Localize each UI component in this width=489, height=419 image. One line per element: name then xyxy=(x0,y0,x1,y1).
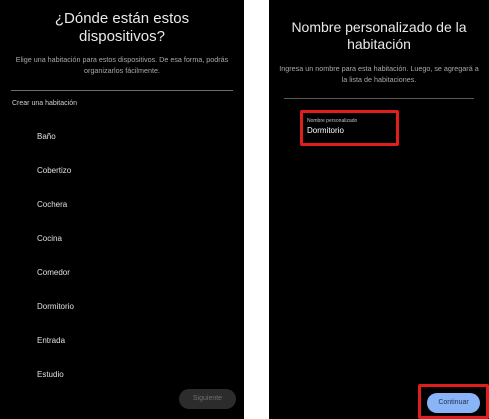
room-item-entrada[interactable]: Entrada xyxy=(0,324,244,358)
page-title: Nombre personalizado de la habitación xyxy=(291,19,467,52)
divider xyxy=(284,98,474,99)
custom-room-name-screen: Nombre personalizado de la habitación In… xyxy=(269,0,489,419)
page-subtitle: Ingresa un nombre para esta habitación. … xyxy=(279,64,479,84)
continue-button[interactable]: Continuar xyxy=(427,393,480,413)
divider xyxy=(11,90,233,91)
screenshot-canvas: ¿Dónde están estos dispositivos? Elige u… xyxy=(0,0,489,419)
room-item-estudio[interactable]: Estudio xyxy=(0,358,244,392)
room-selection-screen: ¿Dónde están estos dispositivos? Elige u… xyxy=(0,0,244,419)
room-name-field-value[interactable]: Dormitorio xyxy=(307,126,344,135)
room-item-cocina[interactable]: Cocina xyxy=(0,222,244,256)
next-button[interactable]: Siguiente xyxy=(179,389,236,409)
room-list: Baño Cobertizo Cochera Cocina Comedor Do… xyxy=(0,120,244,392)
room-item-cochera[interactable]: Cochera xyxy=(0,188,244,222)
create-room-link[interactable]: Crear una habitación xyxy=(12,100,77,107)
room-item-bano[interactable]: Baño xyxy=(0,120,244,154)
page-title: ¿Dónde están estos dispositivos? xyxy=(54,10,190,45)
room-item-dormitorio[interactable]: Dormitorio xyxy=(0,290,244,324)
room-name-field[interactable]: Nombre personalizado Dormitorio xyxy=(300,110,399,146)
continue-button-highlight: Continuar xyxy=(418,384,489,419)
room-item-cobertizo[interactable]: Cobertizo xyxy=(0,154,244,188)
room-item-comedor[interactable]: Comedor xyxy=(0,256,244,290)
page-subtitle: Elige una habitación para estos disposit… xyxy=(15,55,229,75)
room-name-field-label: Nombre personalizado xyxy=(307,118,358,124)
